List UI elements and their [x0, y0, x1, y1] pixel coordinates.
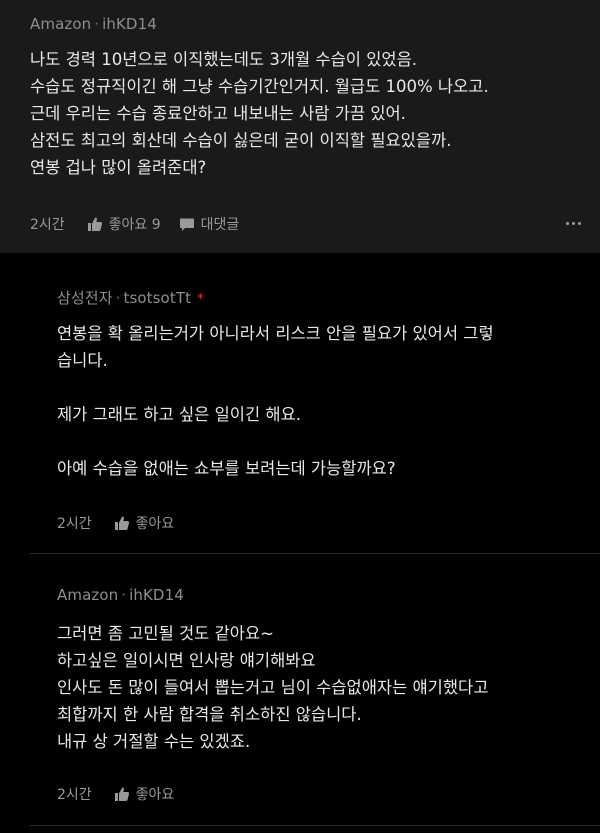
reply-line: 습니다. — [57, 351, 108, 370]
main-post: Amazon · ihKD14 나도 경력 10년으로 이직했는데도 3개월 수습이… — [0, 0, 600, 253]
like-button[interactable]: 좋아요 — [114, 513, 175, 533]
reply-line: 최합까지 한 사람 합격을 취소하진 않습니다. — [57, 705, 362, 724]
reply-body: 그러면 좀 고민될 것도 같아요~ 하고싶은 일이시면 인사랑 얘기해봐요 인사… — [57, 620, 488, 755]
chat-bubble-icon — [179, 218, 194, 231]
more-dots-icon[interactable] — [566, 222, 581, 225]
post-line: 근데 우리는 수습 종료안하고 내보내는 사람 가끔 있어. — [30, 104, 406, 123]
reply-body: 연봉을 확 올리는거가 아니라서 리스크 안을 필요가 있어서 그렇 습니다. … — [57, 320, 494, 482]
separator-dot: · — [121, 586, 127, 604]
author-company: Amazon — [30, 15, 92, 33]
separator-dot: · — [115, 289, 121, 307]
reply-author[interactable]: Amazon · ihKD14 — [57, 586, 184, 604]
post-actions: 2시간 좋아요 9 대댓글 — [30, 214, 257, 234]
separator-dot: · — [94, 15, 100, 33]
reply-actions: 2시간 좋아요 — [57, 513, 192, 533]
post-author[interactable]: Amazon · ihKD14 — [30, 15, 157, 33]
thumbs-up-icon — [114, 516, 129, 530]
author-handle: ihKD14 — [102, 15, 157, 33]
reply-line: 아예 수습을 없애는 쇼부를 보려는데 가능할까요? — [57, 459, 396, 478]
author-company: 삼성전자 — [57, 289, 113, 307]
post-timestamp: 2시간 — [30, 217, 65, 233]
post-line: 삼전도 최고의 회산데 수습이 싫은데 굳이 이직할 필요있을까. — [30, 131, 452, 150]
reply-author[interactable]: 삼성전자 · tsotsotTt * — [57, 287, 204, 308]
op-marker: * — [197, 292, 204, 307]
post-line: 연봉 겁나 많이 올려준대? — [30, 158, 207, 177]
reply-line: 내규 상 거절할 수는 있겠죠. — [57, 732, 251, 751]
author-handle: ihKD14 — [129, 586, 184, 604]
reply-label: 대댓글 — [200, 217, 240, 233]
like-label: 좋아요 — [135, 787, 175, 803]
reply-line: 연봉을 확 올리는거가 아니라서 리스크 안을 필요가 있어서 그렇 — [57, 324, 494, 343]
post-line: 수습도 정규직이긴 해 그냥 수습기간인거지. 월급도 100% 나오고. — [30, 77, 489, 96]
divider — [30, 553, 600, 554]
reply-actions: 2시간 좋아요 — [57, 784, 192, 804]
divider — [30, 825, 600, 826]
reply-line: 그러면 좀 고민될 것도 같아요~ — [57, 624, 274, 643]
thumbs-up-icon — [87, 217, 102, 231]
reply-timestamp: 2시간 — [57, 787, 92, 803]
like-button[interactable]: 좋아요 — [114, 784, 175, 804]
reply-timestamp: 2시간 — [57, 516, 92, 532]
reply-button[interactable]: 대댓글 — [179, 214, 240, 234]
like-button[interactable]: 좋아요 9 — [87, 214, 161, 234]
thumbs-up-icon — [114, 787, 129, 801]
reply-line: 인사도 돈 많이 들여서 뽑는거고 님이 수습없애자는 얘기했다고 — [57, 678, 489, 697]
reply-line: 하고싶은 일이시면 인사랑 얘기해봐요 — [57, 651, 316, 670]
post-body: 나도 경력 10년으로 이직했는데도 3개월 수습이 있었음. 수습도 정규직이… — [30, 46, 489, 181]
like-label: 좋아요 — [135, 516, 175, 532]
like-label: 좋아요 9 — [108, 217, 161, 233]
author-handle: tsotsotTt — [123, 289, 192, 307]
post-line: 나도 경력 10년으로 이직했는데도 3개월 수습이 있었음. — [30, 50, 417, 69]
reply-line: 제가 그래도 하고 싶은 일이긴 해요. — [57, 405, 301, 424]
author-company: Amazon — [57, 586, 119, 604]
